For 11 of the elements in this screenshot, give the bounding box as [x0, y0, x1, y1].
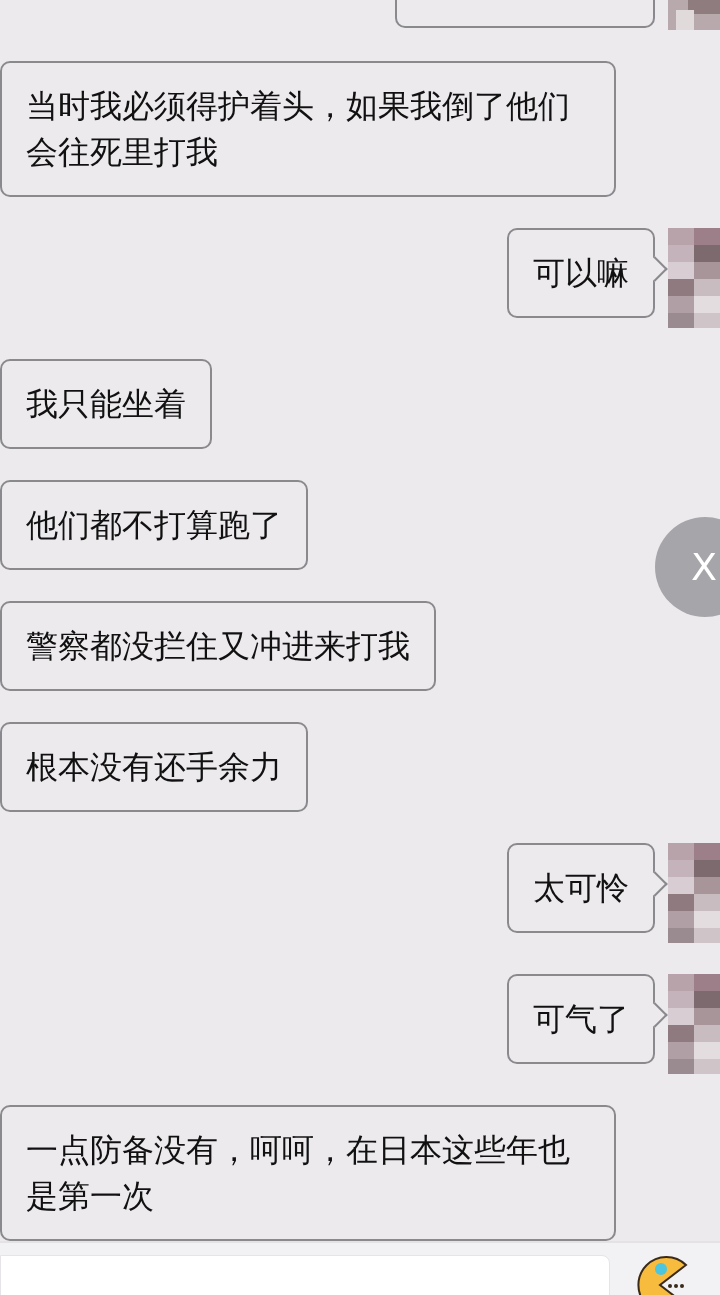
message-bubble: 我只能坐着: [0, 359, 212, 449]
message-bubble: 根本没有还手余力: [0, 722, 308, 812]
message-bubble: 可以嘛: [507, 228, 655, 318]
input-field[interactable]: [0, 1255, 610, 1295]
message-bubble: 当时我必须得护着头，如果我倒了他们会往死里打我: [0, 61, 616, 197]
message-bubble: 太可怜: [507, 843, 655, 933]
message-bubble: 可气了: [507, 974, 655, 1064]
message-bubble: 他们都不打算跑了: [0, 480, 308, 570]
message-bubble: 警察都没拦住又冲进来打我: [0, 601, 436, 691]
close-button[interactable]: X: [655, 517, 720, 617]
message-bubble: 一点防备没有，呵呵，在日本这些年也是第一次: [0, 1105, 616, 1241]
